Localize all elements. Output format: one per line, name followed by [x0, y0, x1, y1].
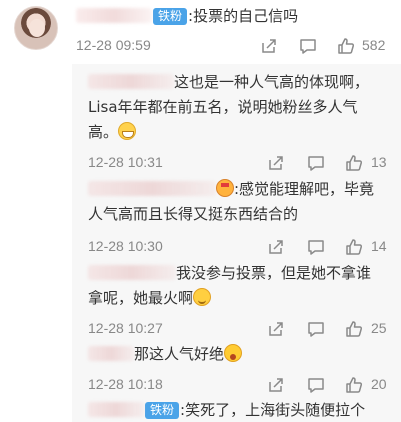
reply-text: 我没参与投票，但是她不拿谁 [176, 264, 372, 282]
reply-text: 这也是一种人气高的体现啊， [174, 73, 370, 91]
reply-text: 那这人气好绝 [134, 345, 225, 363]
like-icon[interactable] [344, 375, 364, 395]
smile-emoji-icon [193, 288, 212, 306]
reply-3-line-1: 我没参与投票，但是她不拿谁 [88, 262, 371, 285]
reply-1-line-2: Lisa年年都在前五名，说明她粉丝多人气 [88, 98, 358, 116]
comment-icon[interactable] [306, 237, 326, 257]
main-comment-text: :投票的自己信吗 [188, 7, 299, 25]
reply-time: 12-28 10:18 [88, 376, 163, 392]
username-blurred[interactable] [88, 74, 174, 89]
share-icon[interactable] [266, 319, 286, 339]
like-icon[interactable] [344, 237, 364, 257]
like-count: 13 [371, 154, 387, 170]
share-icon[interactable] [266, 375, 286, 395]
fan-badge: 铁粉 [145, 402, 180, 419]
reply-text: 拿呢，她最火啊 [88, 289, 194, 307]
reply-2-meta: 12-28 10:30 14 [0, 236, 401, 260]
reply-3-line-2: 拿呢，她最火啊 [88, 287, 212, 310]
reply-4-line-1: 那这人气好绝 [88, 343, 243, 366]
fan-badge: 铁粉 [153, 8, 188, 25]
comment-icon[interactable] [298, 36, 318, 56]
username-blurred[interactable] [88, 265, 176, 280]
share-icon[interactable] [259, 36, 279, 56]
main-comment-meta: 12-28 09:59 582 [0, 35, 401, 59]
reply-text: :感觉能理解吧，毕竟 [234, 180, 375, 198]
reply-text: 高。 [88, 123, 119, 141]
username-blurred[interactable] [88, 346, 134, 361]
reply-time: 12-28 10:31 [88, 154, 163, 170]
username-blurred[interactable] [76, 8, 152, 23]
reply-1-line-1: 这也是一种人气高的体现啊， [88, 71, 369, 94]
crown-emoji-icon [216, 179, 234, 197]
share-icon[interactable] [266, 153, 286, 173]
reply-1-line-3: 高。 [88, 121, 137, 144]
reply-4-meta: 12-28 10:18 20 [0, 374, 401, 398]
reply-2-line-2: 人气高而且长得又挺东西结合的 [88, 205, 299, 223]
like-count: 25 [371, 320, 387, 336]
reply-time: 12-28 10:27 [88, 320, 163, 336]
like-count: 14 [371, 238, 387, 254]
reply-2-line-1: :感觉能理解吧，毕竟 [88, 178, 374, 201]
like-icon[interactable] [344, 153, 364, 173]
main-comment-text-row: 铁粉:投票的自己信吗 [76, 5, 298, 28]
reply-1-meta: 12-28 10:31 13 [0, 152, 401, 176]
comment-time: 12-28 09:59 [76, 37, 151, 53]
like-count: 20 [371, 376, 387, 392]
username-blurred[interactable] [88, 402, 144, 417]
comment-icon[interactable] [306, 375, 326, 395]
reply-5-line-1: 铁粉:笑死了，上海街头随便拉个 [88, 399, 365, 422]
comment-icon[interactable] [306, 153, 326, 173]
wow-emoji-icon [224, 344, 243, 362]
username-blurred[interactable] [88, 181, 216, 196]
reply-time: 12-28 10:30 [88, 238, 163, 254]
grin-emoji-icon [118, 122, 137, 140]
like-icon[interactable] [336, 36, 356, 56]
reply-3-meta: 12-28 10:27 25 [0, 318, 401, 342]
comment-icon[interactable] [306, 319, 326, 339]
reply-text: :笑死了，上海街头随便拉个 [180, 401, 366, 419]
like-icon[interactable] [344, 319, 364, 339]
like-count: 582 [362, 37, 386, 53]
share-icon[interactable] [266, 237, 286, 257]
